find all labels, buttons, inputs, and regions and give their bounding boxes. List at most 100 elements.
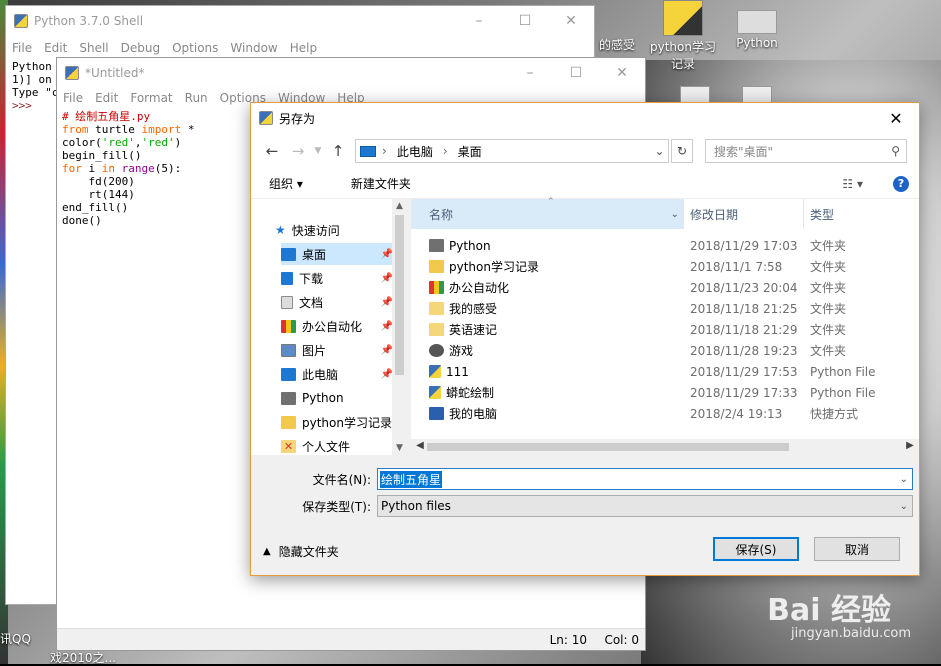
close-button[interactable]: ✕ bbox=[599, 58, 645, 88]
maximize-button[interactable]: ☐ bbox=[553, 58, 599, 88]
notebook-icon bbox=[663, 0, 703, 36]
shell-titlebar[interactable]: Python 3.7.0 Shell – ☐ ✕ bbox=[6, 6, 594, 36]
view-options-icon[interactable]: ☷ ▾ bbox=[842, 177, 863, 191]
breadcrumb-desktop[interactable]: 桌面 bbox=[458, 143, 482, 160]
breadcrumb-separator-icon: › bbox=[442, 144, 448, 158]
cancel-button[interactable]: 取消 bbox=[814, 537, 900, 561]
maximize-button[interactable]: ☐ bbox=[502, 6, 548, 36]
editor-titlebar[interactable]: *Untitled* – ☐ ✕ bbox=[57, 58, 645, 88]
search-input[interactable]: 搜索"桌面" ⚲ bbox=[705, 139, 907, 163]
address-dropdown-icon[interactable]: ⌄ bbox=[650, 144, 668, 158]
folder-icon bbox=[429, 302, 444, 315]
menu-debug[interactable]: Debug bbox=[115, 41, 166, 55]
menu-run[interactable]: Run bbox=[179, 91, 214, 105]
column-header-date[interactable]: 修改日期 bbox=[683, 199, 803, 229]
sort-caret-icon: ⌃ bbox=[547, 197, 555, 207]
file-list-hscrollbar[interactable]: ◀ ▶ bbox=[411, 439, 919, 455]
nav-item-desktop[interactable]: 桌面 📌 bbox=[281, 243, 393, 265]
nav-item-pictures[interactable]: 图片 📌 bbox=[281, 339, 393, 361]
filetype-select[interactable]: Python files ⌄ bbox=[377, 495, 913, 517]
shell-output[interactable]: Python 1)] on Type "c >>> bbox=[12, 60, 58, 112]
filetype-row: 保存类型(T): Python files ⌄ bbox=[251, 494, 919, 518]
file-row[interactable]: 游戏 2018/11/28 19:23 文件夹 bbox=[411, 340, 919, 361]
menu-file[interactable]: File bbox=[6, 41, 38, 55]
nav-item-python[interactable]: Python bbox=[281, 387, 393, 409]
column-dropdown-icon[interactable]: ⌄ bbox=[671, 209, 679, 220]
filename-row: 文件名(N): 绘制五角星 ⌄ bbox=[251, 467, 919, 491]
dialog-title: 另存为 bbox=[279, 111, 316, 126]
desktop-icon-python[interactable]: Python bbox=[722, 0, 792, 50]
menu-options[interactable]: Options bbox=[166, 41, 224, 55]
scroll-left-icon[interactable]: ◀ bbox=[413, 440, 427, 451]
scroll-thumb[interactable] bbox=[395, 215, 404, 375]
menu-file[interactable]: File bbox=[57, 91, 89, 105]
column-header-name[interactable]: ⌃ 名称 ⌄ bbox=[411, 197, 683, 229]
column-header-type[interactable]: 类型 bbox=[803, 199, 919, 229]
address-row: ← → ▼ ↑ › 此电脑 › 桌面 ⌄ ↻ 搜索"桌面" ⚲ bbox=[251, 133, 919, 169]
recent-chevron-down-icon[interactable]: ▼ bbox=[311, 146, 325, 156]
menu-help[interactable]: Help bbox=[284, 41, 323, 55]
folder-icon bbox=[429, 239, 444, 252]
file-row[interactable]: 办公自动化 2018/11/23 20:04 文件夹 bbox=[411, 277, 919, 298]
help-icon[interactable]: ? bbox=[893, 175, 909, 192]
chevron-down-icon[interactable]: ⌄ bbox=[900, 501, 908, 512]
close-button[interactable]: ✕ bbox=[548, 6, 594, 36]
nav-item-documents[interactable]: 文档 📌 bbox=[281, 291, 393, 313]
file-row[interactable]: Python 2018/11/29 17:03 文件夹 bbox=[411, 235, 919, 256]
save-as-dialog[interactable]: 另存为 ✕ ← → ▼ ↑ › 此电脑 › 桌面 ⌄ ↻ 搜索"桌面" ⚲ 组织… bbox=[250, 102, 920, 576]
address-bar[interactable]: › 此电脑 › 桌面 ⌄ bbox=[355, 139, 669, 163]
refresh-icon[interactable]: ↻ bbox=[671, 139, 693, 163]
save-button[interactable]: 保存(S) bbox=[713, 537, 799, 561]
python-icon bbox=[65, 66, 79, 80]
chevron-down-icon[interactable]: ⌄ bbox=[900, 474, 908, 485]
nav-item-office-automation[interactable]: 办公自动化 📌 bbox=[281, 315, 393, 337]
scroll-thumb[interactable] bbox=[427, 443, 789, 451]
menu-shell[interactable]: Shell bbox=[73, 41, 114, 55]
menu-format[interactable]: Format bbox=[124, 91, 178, 105]
organize-button[interactable]: 组织 ▾ bbox=[269, 175, 303, 192]
folder-error-icon: ✕ bbox=[281, 439, 296, 453]
folder-icon bbox=[429, 323, 444, 336]
file-row[interactable]: 我的电脑 2018/2/4 19:13 快捷方式 bbox=[411, 403, 919, 424]
menu-window[interactable]: Window bbox=[224, 41, 283, 55]
nav-scrollbar[interactable]: ▲ ▼ bbox=[392, 199, 407, 455]
computer-icon bbox=[281, 367, 296, 381]
nav-quick-access[interactable]: ★ 快速访问 bbox=[275, 219, 387, 241]
nav-item-downloads[interactable]: 下载 📌 bbox=[281, 267, 393, 289]
command-bar: 组织 ▾ 新建文件夹 ☷ ▾ ? bbox=[251, 169, 919, 199]
hide-folders-toggle[interactable]: ▲ 隐藏文件夹 bbox=[263, 543, 339, 560]
dialog-titlebar[interactable]: 另存为 ✕ bbox=[251, 103, 919, 133]
menu-edit[interactable]: Edit bbox=[38, 41, 73, 55]
search-icon: ⚲ bbox=[891, 144, 900, 158]
filename-input[interactable]: 绘制五角星 ⌄ bbox=[377, 468, 913, 490]
scroll-up-icon[interactable]: ▲ bbox=[392, 201, 407, 211]
up-arrow-icon[interactable]: ↑ bbox=[325, 142, 351, 160]
office-folder-icon bbox=[429, 281, 444, 294]
scroll-right-icon[interactable]: ▶ bbox=[903, 440, 917, 451]
code-area[interactable]: # 绘制五角星.py from turtle import * color('red… bbox=[62, 110, 194, 227]
file-row[interactable]: 蟒蛇绘制 2018/11/29 17:33 Python File bbox=[411, 382, 919, 403]
desktop-icon-python-notes[interactable]: python学习 记录 bbox=[648, 0, 718, 72]
nav-item-python-notes[interactable]: python学习记录 bbox=[281, 411, 393, 433]
nav-item-this-pc[interactable]: 此电脑 📌 bbox=[281, 363, 393, 385]
scroll-down-icon[interactable]: ▼ bbox=[392, 443, 407, 453]
filename-value: 绘制五角星 bbox=[380, 470, 443, 488]
file-row[interactable]: 我的感受 2018/11/18 21:25 文件夹 bbox=[411, 298, 919, 319]
menu-edit[interactable]: Edit bbox=[89, 91, 124, 105]
desktop-icon-label: Python bbox=[736, 36, 778, 50]
file-row[interactable]: 英语速记 2018/11/18 21:29 文件夹 bbox=[411, 319, 919, 340]
minimize-button[interactable]: – bbox=[507, 58, 553, 88]
file-row[interactable]: 111 2018/11/29 17:53 Python File bbox=[411, 361, 919, 382]
office-folder-icon bbox=[281, 319, 296, 333]
navigation-pane: ★ 快速访问 桌面 📌 下载 📌 文档 📌 办公自动化 📌 图片 📌 此电脑 📌… bbox=[251, 199, 407, 455]
breadcrumb-this-pc[interactable]: 此电脑 bbox=[397, 143, 433, 160]
shell-menubar: File Edit Shell Debug Options Window Hel… bbox=[6, 38, 594, 58]
minimize-button[interactable]: – bbox=[456, 6, 502, 36]
close-button[interactable]: ✕ bbox=[873, 103, 919, 133]
new-folder-button[interactable]: 新建文件夹 bbox=[351, 175, 411, 192]
nav-item-personal-files[interactable]: ✕ 个人文件 bbox=[281, 435, 393, 457]
editor-title: *Untitled* bbox=[85, 66, 145, 80]
back-arrow-icon[interactable]: ← bbox=[259, 142, 285, 160]
file-row[interactable]: python学习记录 2018/11/1 7:58 文件夹 bbox=[411, 256, 919, 277]
forward-arrow-icon[interactable]: → bbox=[285, 142, 311, 160]
